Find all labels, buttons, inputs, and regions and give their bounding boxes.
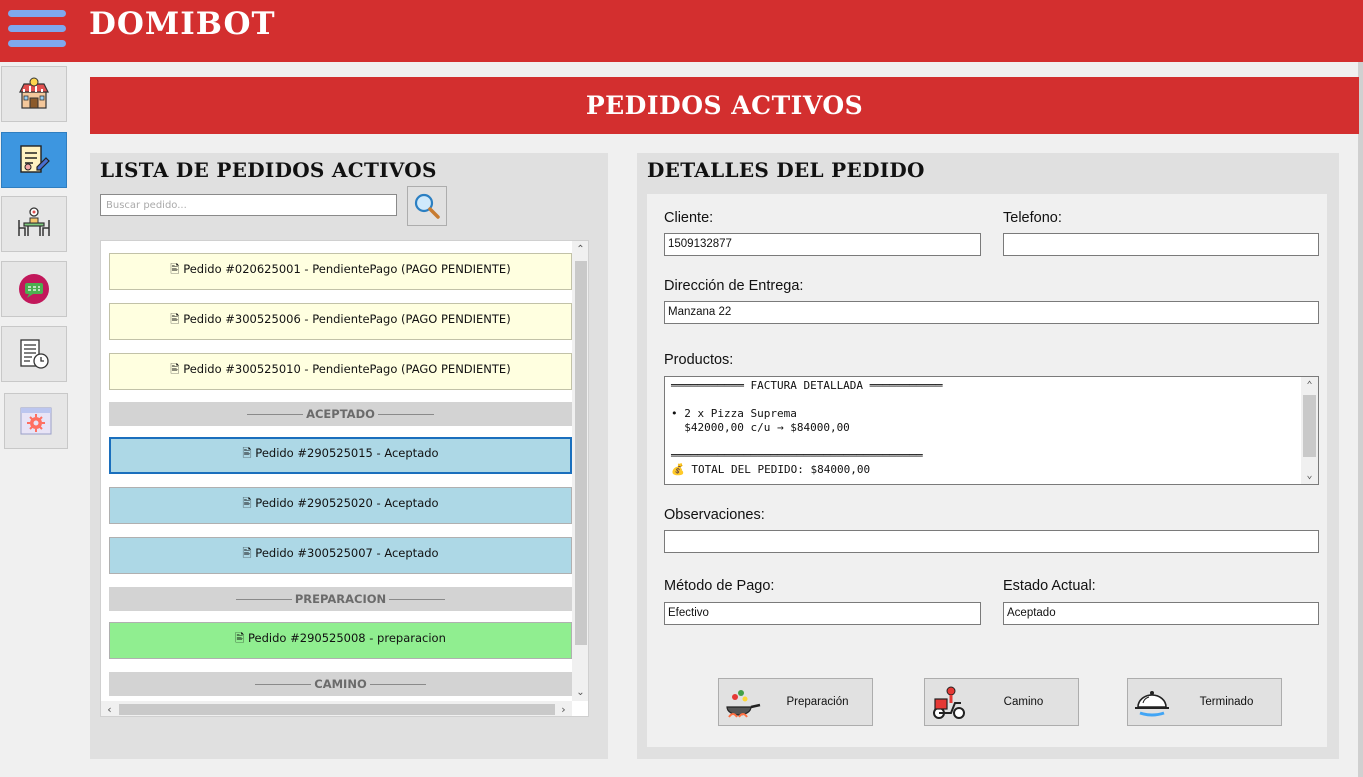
estado-actual-label: Estado Actual: — [1003, 578, 1096, 594]
scroll-thumb[interactable] — [119, 704, 555, 715]
order-item-label: 🖹 Pedido #290525015 - Aceptado — [242, 446, 439, 460]
preparacion-button-label: Preparación — [786, 696, 849, 708]
group-header-aceptado: ACEPTADO — [109, 402, 572, 426]
productos-line: 💰 TOTAL DEL PEDIDO: $84000,00 — [671, 463, 871, 476]
order-list-title: LISTA DE PEDIDOS ACTIVOS — [100, 158, 437, 182]
scroll-thumb[interactable] — [575, 261, 587, 645]
cliente-label: Cliente: — [664, 210, 714, 226]
sidebar-item-messages[interactable] — [1, 261, 67, 317]
serving-cloche-icon — [1135, 691, 1169, 717]
preparacion-button[interactable]: Preparación — [718, 678, 873, 726]
observaciones-label: Observaciones: — [664, 507, 765, 523]
app-title: DOMIBOT — [89, 6, 276, 42]
order-item-accepted-selected[interactable]: 🖹 Pedido #290525015 - Aceptado — [109, 437, 572, 474]
scroll-up-icon[interactable]: ⌃ — [572, 241, 588, 258]
page-title: PEDIDOS ACTIVOS — [90, 77, 1359, 134]
dining-table-icon — [18, 207, 50, 236]
search-button[interactable] — [407, 186, 447, 226]
order-item-label: 🖹 Pedido #300525006 - PendientePago (PAG… — [170, 312, 511, 326]
scroll-down-icon[interactable]: ⌄ — [1301, 467, 1318, 484]
scroll-up-icon[interactable]: ⌃ — [1301, 377, 1318, 394]
group-header-camino: CAMINO — [109, 672, 572, 696]
sidebar-item-store[interactable] — [1, 66, 67, 122]
telefono-label: Telefono: — [1003, 210, 1062, 226]
terminado-button[interactable]: Terminado — [1127, 678, 1282, 726]
camino-button-label: Camino — [1003, 696, 1044, 708]
order-item-pending[interactable]: 🖹 Pedido #300525010 - PendientePago (PAG… — [109, 353, 572, 390]
order-list[interactable]: 🖹 Pedido #020625001 - PendientePago (PAG… — [100, 240, 589, 717]
order-edit-icon — [20, 145, 50, 173]
hamburger-menu-icon[interactable] — [8, 10, 66, 48]
top-bar: DOMIBOT — [0, 0, 1363, 62]
search-icon — [414, 193, 440, 219]
group-header-label: CAMINO — [314, 677, 367, 691]
list-horizontal-scrollbar[interactable]: ‹ › — [101, 701, 572, 716]
productos-scrollbar[interactable]: ⌃ ⌄ — [1301, 377, 1318, 484]
scroll-thumb[interactable] — [1303, 395, 1316, 457]
order-item-accepted[interactable]: 🖹 Pedido #290525020 - Aceptado — [109, 487, 572, 524]
productos-line: $42000,00 c/u → $84000,00 — [671, 421, 850, 434]
order-item-pending[interactable]: 🖹 Pedido #300525006 - PendientePago (PAG… — [109, 303, 572, 340]
sidebar-item-settings[interactable] — [4, 393, 68, 449]
cooking-pan-icon — [726, 690, 761, 718]
group-header-preparacion: PREPARACION — [109, 587, 572, 611]
productos-line: ═══════════ FACTURA DETALLADA ══════════… — [671, 379, 943, 392]
scroll-left-icon[interactable]: ‹ — [101, 701, 118, 716]
order-item-label: 🖹 Pedido #020625001 - PendientePago (PAG… — [170, 262, 511, 276]
scroll-down-icon[interactable]: ⌄ — [572, 684, 588, 701]
sidebar — [0, 62, 68, 777]
order-item-label: 🖹 Pedido #300525010 - PendientePago (PAG… — [170, 362, 511, 376]
order-item-accepted[interactable]: 🖹 Pedido #300525007 - Aceptado — [109, 537, 572, 574]
chat-bubble-icon — [19, 274, 49, 304]
report-history-icon — [20, 339, 49, 369]
order-item-label: 🖹 Pedido #290525020 - Aceptado — [242, 496, 439, 510]
productos-label: Productos: — [664, 352, 734, 368]
direccion-label: Dirección de Entrega: — [664, 278, 804, 294]
productos-line: ══════════════════════════════════════ — [671, 449, 923, 462]
camino-button[interactable]: Camino — [924, 678, 1079, 726]
sidebar-item-history[interactable] — [1, 326, 67, 382]
metodo-pago-label: Método de Pago: — [664, 578, 775, 594]
settings-window-icon — [20, 407, 52, 435]
cliente-field[interactable]: 1509132877 — [664, 233, 981, 256]
order-item-label: 🖹 Pedido #290525008 - preparacion — [235, 631, 446, 645]
order-item-preparacion[interactable]: 🖹 Pedido #290525008 - preparacion — [109, 622, 572, 659]
estado-actual-field[interactable]: Aceptado — [1003, 602, 1319, 625]
order-item-label: 🖹 Pedido #300525007 - Aceptado — [242, 546, 439, 560]
direccion-field[interactable]: Manzana 22 — [664, 301, 1319, 324]
store-icon — [19, 77, 49, 109]
scroll-right-icon[interactable]: › — [555, 701, 572, 716]
order-item-pending[interactable]: 🖹 Pedido #020625001 - PendientePago (PAG… — [109, 253, 572, 290]
productos-textarea[interactable]: ═══════════ FACTURA DETALLADA ══════════… — [664, 376, 1319, 485]
terminado-button-label: Terminado — [1199, 696, 1254, 708]
search-input[interactable] — [100, 194, 397, 216]
group-header-label: PREPARACION — [294, 592, 387, 606]
list-vertical-scrollbar[interactable]: ⌃ ⌄ — [572, 241, 588, 701]
telefono-field[interactable] — [1003, 233, 1319, 256]
sidebar-item-tables[interactable] — [1, 196, 67, 252]
delivery-scooter-icon — [933, 686, 965, 719]
group-header-label: ACEPTADO — [306, 407, 375, 421]
metodo-pago-field[interactable]: Efectivo — [664, 602, 981, 625]
observaciones-field[interactable] — [664, 530, 1319, 553]
sidebar-item-orders[interactable] — [1, 132, 67, 188]
order-detail-title: DETALLES DEL PEDIDO — [647, 158, 925, 182]
window-edge — [1358, 62, 1363, 777]
productos-line: • 2 x Pizza Suprema — [671, 407, 797, 420]
